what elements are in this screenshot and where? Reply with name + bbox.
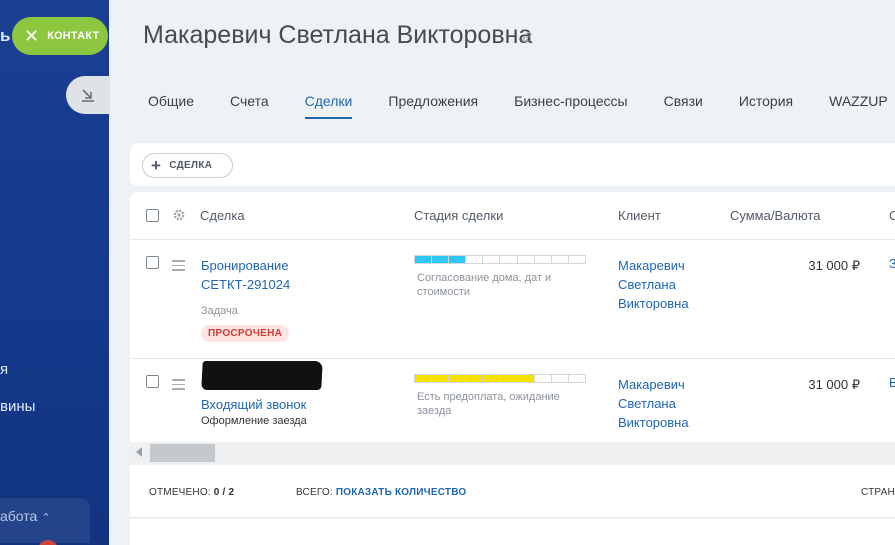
column-header-client[interactable]: Клиент bbox=[618, 208, 661, 223]
deal-link[interactable]: Бронирование СЕТКТ-291024 bbox=[201, 256, 351, 294]
sidebar-work-label: абота bbox=[0, 508, 38, 524]
stage-label: Согласование дома, дат и стоимости bbox=[417, 272, 552, 298]
drag-handle-icon[interactable] bbox=[172, 260, 185, 274]
marked-label: ОТМЕЧЕНО: bbox=[149, 487, 211, 498]
table-row: Бронирование СЕТКТ-291024 Задача ПРОСРОЧ… bbox=[130, 240, 895, 359]
add-deal-label: СДЕЛКА bbox=[169, 160, 213, 171]
close-contact-button[interactable]: ✕ КОНТАКТ bbox=[12, 17, 108, 55]
bottom-panel bbox=[130, 519, 895, 545]
stage-segment bbox=[432, 256, 450, 263]
horizontal-scrollbar[interactable] bbox=[130, 442, 895, 464]
table-row: Входящий звонок Оформление заезда Есть п… bbox=[130, 359, 895, 442]
stage-segment bbox=[535, 256, 552, 263]
stage-progress-bar[interactable] bbox=[414, 255, 586, 264]
stage-segment bbox=[449, 256, 467, 263]
stage-segment bbox=[518, 256, 535, 263]
drag-handle-icon[interactable] bbox=[172, 379, 185, 393]
sidebar-item-fragment[interactable]: я bbox=[0, 361, 8, 378]
tab-invoices[interactable]: Счета bbox=[230, 93, 269, 119]
column-header-stage[interactable]: Стадия сделки bbox=[414, 208, 503, 223]
grid-footer: ОТМЕЧЕНО: 0 / 2 ВСЕГО: ПОКАЗАТЬ КОЛИЧЕСТ… bbox=[130, 465, 895, 518]
page-title: Макаревич Светлана Викторовна bbox=[143, 21, 533, 49]
stage-segment bbox=[569, 375, 585, 382]
link-icon[interactable] bbox=[521, 31, 533, 43]
row-checkbox[interactable] bbox=[146, 375, 159, 388]
deal-subtitle: Оформление заезда bbox=[201, 415, 307, 427]
deals-grid: Сделка Стадия сделки Клиент Сумма/Валюта… bbox=[130, 192, 895, 442]
total-label: ВСЕГО: bbox=[296, 487, 333, 498]
tab-quotes[interactable]: Предложения bbox=[388, 93, 478, 119]
scroll-left-icon[interactable] bbox=[136, 447, 142, 457]
column-header-sum[interactable]: Сумма/Валюта bbox=[730, 208, 820, 223]
client-link[interactable]: Макаревич Светлана Викторовна bbox=[618, 375, 718, 432]
column-header-cut[interactable]: С bbox=[889, 208, 895, 223]
stage-segment bbox=[466, 375, 484, 382]
scrollbar-thumb[interactable] bbox=[150, 444, 215, 462]
stage-segment bbox=[432, 375, 450, 382]
stage-progress-bar[interactable] bbox=[414, 374, 586, 383]
total-count: ВСЕГО: ПОКАЗАТЬ КОЛИЧЕСТВО bbox=[296, 487, 466, 498]
toolbar: + СДЕЛКА bbox=[130, 143, 895, 186]
stage-segment bbox=[535, 375, 552, 382]
sidebar-item-fragment[interactable]: вины bbox=[0, 398, 35, 415]
client-link[interactable]: Макаревич Светлана Викторовна bbox=[618, 256, 718, 313]
tabs: Общие Счета Сделки Предложения Бизнес-пр… bbox=[130, 93, 895, 119]
deal-link[interactable]: Входящий звонок bbox=[201, 395, 351, 414]
stage-segment bbox=[500, 256, 518, 263]
stage-segment bbox=[483, 256, 501, 263]
grid-header: Сделка Стадия сделки Клиент Сумма/Валюта… bbox=[130, 192, 895, 240]
tab-business-processes[interactable]: Бизнес-процессы bbox=[514, 93, 627, 119]
marked-value: 0 / 2 bbox=[213, 487, 235, 498]
task-label: Задача bbox=[201, 305, 238, 317]
marked-count: ОТМЕЧЕНО: 0 / 2 bbox=[149, 487, 234, 498]
tab-wazzup[interactable]: WAZZUP bbox=[829, 93, 888, 119]
stage-segment bbox=[500, 375, 518, 382]
tab-links[interactable]: Связи bbox=[664, 93, 703, 119]
contact-label: КОНТАКТ bbox=[47, 30, 100, 42]
stage-segment bbox=[552, 375, 569, 382]
pagination-label: СТРАН bbox=[861, 487, 895, 498]
add-deal-button[interactable]: + СДЕЛКА bbox=[142, 153, 233, 178]
truncated-cell[interactable]: З bbox=[889, 256, 895, 271]
tab-deals[interactable]: Сделки bbox=[304, 93, 353, 119]
sidebar-fragment-top: ь bbox=[0, 26, 11, 45]
stage-label: Есть предоплата, ожидание заезда bbox=[417, 391, 560, 417]
select-all-checkbox[interactable] bbox=[146, 209, 159, 222]
stage-segment bbox=[517, 375, 535, 382]
arrow-down-right-icon bbox=[82, 89, 94, 102]
stage-segment bbox=[415, 375, 433, 382]
deal-sum: 31 000 ₽ bbox=[808, 377, 860, 392]
tab-general[interactable]: Общие bbox=[148, 93, 194, 119]
stage-segment bbox=[466, 256, 484, 263]
redacted-block bbox=[201, 361, 323, 390]
stage-segment bbox=[552, 256, 569, 263]
show-count-link[interactable]: ПОКАЗАТЬ КОЛИЧЕСТВО bbox=[336, 487, 467, 498]
stage-segment bbox=[483, 375, 501, 382]
gear-icon[interactable] bbox=[172, 208, 186, 222]
truncated-cell[interactable]: В bbox=[889, 375, 895, 390]
row-checkbox[interactable] bbox=[146, 256, 159, 269]
chevron-up-icon: ⌃ bbox=[41, 512, 51, 524]
stage-segment bbox=[415, 256, 433, 263]
plus-icon: + bbox=[151, 156, 162, 175]
close-icon: ✕ bbox=[24, 26, 40, 46]
stage-segment bbox=[569, 256, 585, 263]
deal-sum: 31 000 ₽ bbox=[808, 258, 860, 273]
sidebar-work-section[interactable]: абота ⌃ bbox=[0, 498, 90, 543]
stage-segment bbox=[449, 375, 467, 382]
collapse-button[interactable] bbox=[66, 76, 110, 114]
status-badge: ПРОСРОЧЕНА bbox=[201, 325, 290, 342]
tab-history[interactable]: История bbox=[739, 93, 793, 119]
column-header-deal[interactable]: Сделка bbox=[200, 208, 245, 223]
